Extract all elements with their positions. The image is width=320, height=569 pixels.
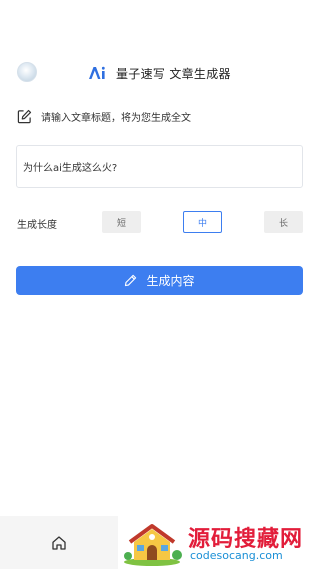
edit-icon <box>17 109 32 124</box>
title-input[interactable]: 为什么ai生成这么火? <box>16 145 303 188</box>
generate-button[interactable]: 生成内容 <box>16 266 303 295</box>
length-option-short[interactable]: 短 <box>102 211 141 233</box>
home-icon <box>52 535 66 550</box>
prompt-row: 请输入文章标题，将为您生成全文 <box>17 109 191 124</box>
bottom-nav: 源码搜藏网 codesocang.com <box>0 516 320 569</box>
watermark-url: codesocang.com <box>190 549 283 562</box>
length-option-long[interactable]: 长 <box>264 211 303 233</box>
app-header: 量子速写 文章生成器 <box>0 58 320 86</box>
ai-logo-icon <box>89 66 105 79</box>
pen-icon <box>125 274 137 287</box>
generate-button-label: 生成内容 <box>146 274 195 288</box>
brand: 量子速写 文章生成器 <box>88 64 231 82</box>
length-label: 生成长度 <box>17 220 57 231</box>
avatar[interactable] <box>17 62 37 82</box>
nav-home[interactable] <box>0 516 118 569</box>
house-logo-icon <box>124 524 182 566</box>
brand-title: 量子速写 文章生成器 <box>116 66 231 81</box>
length-option-medium[interactable]: 中 <box>183 211 222 233</box>
length-selector: 生成长度 短 中 长 <box>17 210 304 234</box>
watermark: 源码搜藏网 codesocang.com <box>120 516 320 569</box>
prompt-text: 请输入文章标题，将为您生成全文 <box>41 113 191 124</box>
